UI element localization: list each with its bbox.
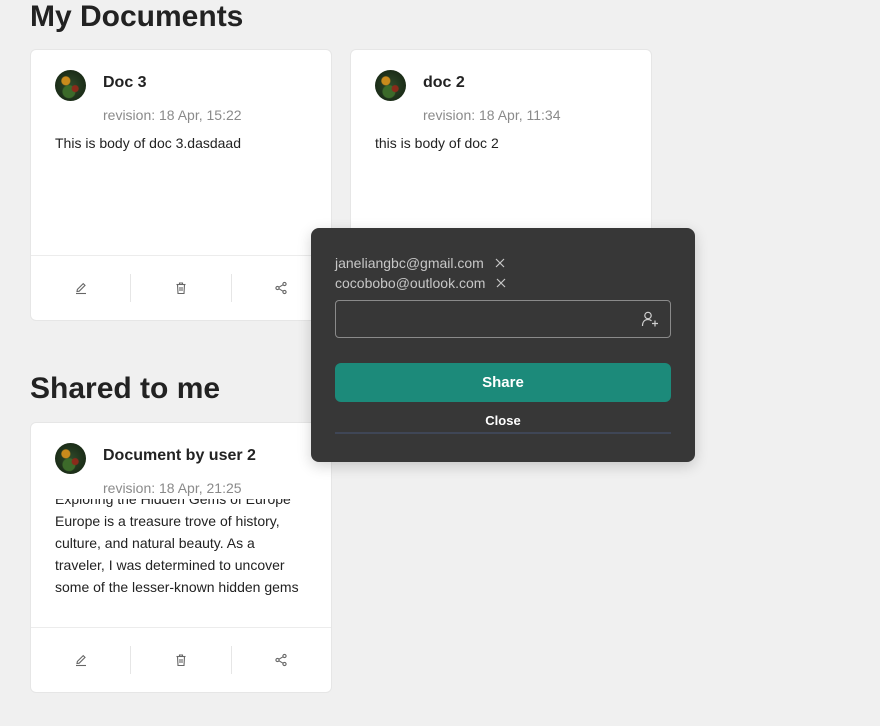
remove-email-icon[interactable] [494, 257, 506, 269]
edit-icon [75, 282, 86, 295]
edit-icon [75, 654, 86, 667]
delete-button[interactable] [130, 646, 230, 674]
share-popover: janeliangbc@gmail.com cocobobo@outlook.c… [311, 228, 695, 462]
email-input-field[interactable] [335, 300, 671, 339]
share-icon [275, 281, 287, 295]
shared-email-item: janeliangbc@gmail.com [335, 255, 506, 271]
shared-email-item: cocobobo@outlook.com [335, 275, 507, 291]
avatar [375, 70, 406, 101]
close-button[interactable]: Close [335, 408, 671, 434]
card-title: doc 2 [423, 74, 465, 91]
body-line: traveler, I was determined to uncover [55, 557, 285, 573]
share-button[interactable] [230, 646, 331, 674]
remove-email-icon[interactable] [495, 277, 507, 289]
delete-button[interactable] [130, 274, 230, 302]
card-title: Doc 3 [103, 74, 147, 91]
card-footer [31, 627, 331, 692]
card-revision: revision: 18 Apr, 11:34 [423, 107, 561, 123]
document-card-doc-3[interactable]: Doc 3 revision: 18 Apr, 15:22 This is bo… [30, 49, 332, 321]
trash-icon [176, 654, 186, 667]
share-confirm-button[interactable]: Share [335, 363, 671, 402]
shared-email: janeliangbc@gmail.com [335, 255, 484, 271]
card-footer [31, 255, 331, 320]
card-body: this is body of doc 2 [375, 135, 499, 151]
body-line: Exploring the Hidden Gems of Europe [55, 499, 291, 507]
document-card-by-user-2[interactable]: Document by user 2 revision: 18 Apr, 21:… [30, 422, 332, 693]
shared-to-me-title: Shared to me [30, 372, 221, 405]
shared-email: cocobobo@outlook.com [335, 275, 486, 291]
card-body: This is body of doc 3.dasdaad [55, 135, 242, 151]
add-user-icon[interactable] [640, 309, 660, 329]
card-revision: revision: 18 Apr, 15:22 [103, 107, 242, 123]
card-revision: revision: 18 Apr, 21:25 [103, 480, 242, 496]
body-line: some of the lesser-known hidden gems [55, 579, 299, 595]
email-input[interactable] [346, 301, 630, 339]
avatar [55, 70, 86, 101]
card-title: Document by user 2 [103, 447, 256, 464]
trash-icon [176, 282, 186, 295]
body-line: Europe is a treasure trove of history, [55, 513, 280, 529]
avatar [55, 443, 86, 474]
body-line: culture, and natural beauty. As a [55, 535, 255, 551]
share-icon [275, 653, 287, 667]
card-body: Exploring the Hidden Gems of Europe Euro… [55, 499, 311, 601]
edit-button[interactable] [31, 274, 130, 302]
edit-button[interactable] [31, 646, 130, 674]
my-documents-title: My Documents [30, 0, 244, 33]
